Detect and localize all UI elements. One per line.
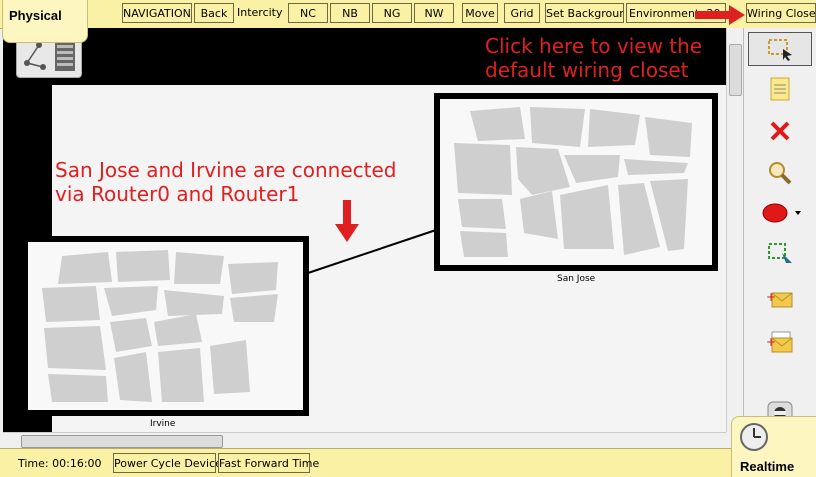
- status-bar: Time: 00:16:00 Power Cycle Devices Fast …: [0, 448, 816, 477]
- svg-text:+: +: [766, 335, 776, 349]
- time-display: Time: 00:16:00: [18, 457, 102, 470]
- add-simple-pdu-icon: +: [766, 290, 793, 308]
- place-note-tool[interactable]: [748, 72, 812, 106]
- city-irvine[interactable]: [22, 236, 309, 416]
- tools-panel: + +: [743, 28, 816, 448]
- physical-tab-label: Physical: [9, 8, 62, 23]
- realtime-tab[interactable]: Realtime: [731, 416, 816, 477]
- wiring-closet-hint-line2: default wiring closet: [485, 58, 689, 82]
- add-complex-pdu-icon: +: [766, 331, 793, 353]
- delete-tool[interactable]: [748, 114, 812, 148]
- inspect-tool[interactable]: [748, 156, 812, 190]
- connection-note-line1: San Jose and Irvine are connected: [55, 158, 397, 182]
- power-cycle-button[interactable]: Power Cycle Devices: [113, 453, 228, 473]
- resize-icon: [768, 243, 792, 263]
- add-complex-pdu-tool[interactable]: +: [748, 324, 812, 358]
- realtime-label: Realtime: [740, 459, 795, 474]
- arrow-right-icon: [695, 5, 745, 25]
- add-simple-pdu-tool[interactable]: +: [748, 282, 812, 316]
- city-label-irvine: Irvine: [150, 419, 176, 429]
- city-label-san-jose: San Jose: [557, 274, 596, 284]
- inspect-icon: [769, 162, 792, 185]
- city-san-jose[interactable]: [434, 93, 718, 271]
- svg-text:+: +: [766, 290, 776, 304]
- clock-icon: [740, 423, 768, 451]
- city-map-icon: [454, 107, 692, 257]
- draw-ellipse-icon: [762, 203, 801, 223]
- vertical-scrollbar[interactable]: [726, 28, 743, 432]
- wiring-closet-hint: Click here to view the default wiring cl…: [485, 34, 702, 82]
- resize-tool[interactable]: [748, 236, 812, 270]
- vertical-scroll-thumb[interactable]: [729, 44, 742, 96]
- select-tool[interactable]: [748, 32, 812, 66]
- arrow-down-icon: [335, 200, 359, 242]
- note-icon: [770, 77, 790, 101]
- wiring-closet-hint-line1: Click here to view the: [485, 34, 703, 58]
- physical-tab[interactable]: Physical: [2, 0, 88, 43]
- select-icon: [768, 39, 792, 61]
- horizontal-scroll-thumb[interactable]: [21, 435, 223, 448]
- connection-note: San Jose and Irvine are connected via Ro…: [55, 158, 396, 206]
- draw-ellipse-tool[interactable]: [748, 196, 812, 230]
- city-map-icon: [42, 250, 278, 402]
- horizontal-scrollbar[interactable]: [3, 432, 726, 449]
- fast-forward-button[interactable]: Fast Forward Time: [218, 453, 319, 473]
- delete-icon: [770, 121, 790, 141]
